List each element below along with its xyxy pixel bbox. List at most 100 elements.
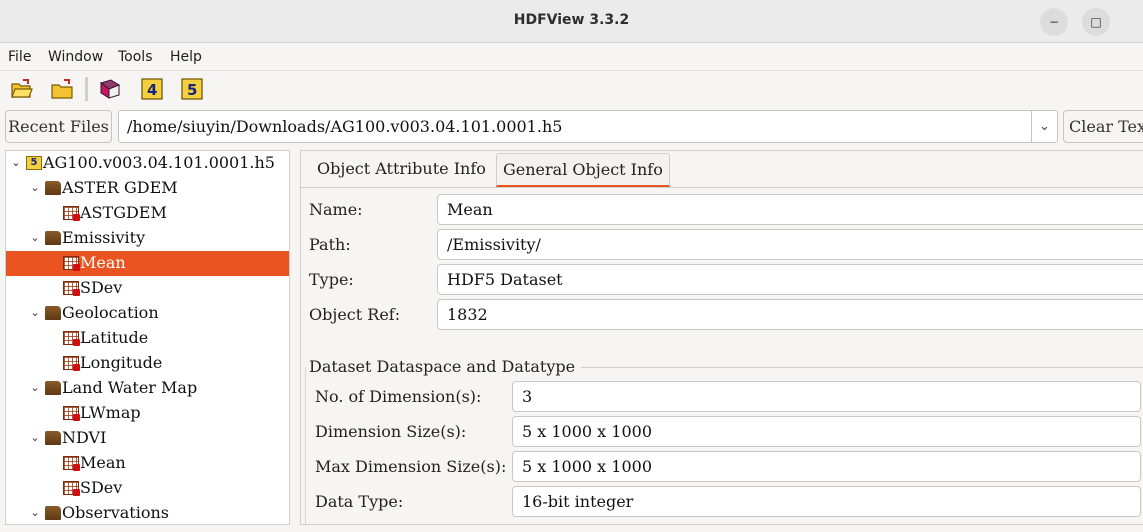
hdf5-library-icon: 5: [181, 78, 203, 100]
recent-files-button[interactable]: Recent Files: [5, 110, 112, 143]
data-type-field[interactable]: 16-bit integer: [512, 486, 1141, 517]
dataset-icon: [63, 481, 80, 496]
dataset-icon: [63, 206, 80, 221]
tree-node-label: Emissivity: [62, 228, 146, 247]
hdf5-glyph: 5: [187, 81, 197, 99]
tree-node[interactable]: Latitude: [6, 326, 289, 351]
chevron-down-icon[interactable]: ⌄: [28, 176, 42, 200]
chevron-down-icon[interactable]: ⌄: [28, 301, 42, 325]
object-ref-field[interactable]: 1832: [437, 299, 1143, 330]
open-file-icon: [11, 79, 33, 98]
minimize-button[interactable]: −: [1040, 8, 1068, 36]
num-dimensions-field[interactable]: 3: [512, 381, 1141, 412]
tree-root[interactable]: ⌄ 5 AG100.v003.04.101.0001.h5: [6, 151, 289, 176]
dataset-icon: [63, 406, 80, 421]
hdf4-library-button[interactable]: 4: [140, 77, 164, 101]
tree-node-label: Land Water Map: [62, 378, 198, 397]
dataset-icon: [63, 281, 80, 296]
data-type-label: Data Type:: [315, 492, 404, 511]
file-path-value: /home/siuyin/Downloads/AG100.v003.04.101…: [127, 117, 563, 136]
hdf5-library-button[interactable]: 5: [180, 77, 204, 101]
chevron-down-icon[interactable]: ⌄: [28, 426, 42, 450]
menu-bar: File Window Tools Help: [0, 44, 1143, 69]
maximize-button[interactable]: □: [1082, 8, 1110, 36]
tree-node[interactable]: SDev: [6, 276, 289, 301]
max-dimension-size-field[interactable]: 5 x 1000 x 1000: [512, 451, 1141, 482]
path-field[interactable]: /Emissivity/: [437, 229, 1143, 260]
tab-object-attribute-info[interactable]: Object Attribute Info: [311, 153, 492, 187]
chevron-down-icon[interactable]: ⌄: [28, 501, 42, 524]
group-divider: [581, 367, 1143, 368]
tree-node-label: LWmap: [80, 403, 141, 422]
max-dimension-size-label: Max Dimension Size(s):: [315, 457, 507, 476]
tree-node-label: Observations: [62, 503, 169, 522]
menu-file[interactable]: File: [8, 49, 31, 65]
object-ref-label: Object Ref:: [309, 305, 401, 324]
name-label: Name:: [309, 200, 363, 219]
open-file-button[interactable]: [10, 77, 34, 101]
num-dimensions-label: No. of Dimension(s):: [315, 387, 482, 406]
hdf5-file-icon: 5: [26, 156, 42, 170]
tree-node[interactable]: ⌄ Observations: [6, 501, 289, 524]
folder-icon: [45, 181, 61, 195]
window-title: HDFView 3.3.2: [513, 12, 630, 28]
folder-icon: [45, 381, 61, 395]
open-folder-button[interactable]: [50, 77, 74, 101]
folder-icon: [45, 506, 61, 520]
tree-root-label: AG100.v003.04.101.0001.h5: [43, 153, 275, 172]
tree-node[interactable]: ⌄ Emissivity: [6, 226, 289, 251]
chevron-down-icon[interactable]: ⌄: [28, 226, 42, 250]
tree-node-label: ASTER GDEM: [62, 178, 178, 197]
type-field[interactable]: HDF5 Dataset: [437, 264, 1143, 295]
tree-node-label: Mean: [80, 453, 126, 472]
tree-node-label: SDev: [80, 478, 123, 497]
dataspace-group-title: Dataset Dataspace and Datatype: [309, 357, 580, 376]
tree-node-selected[interactable]: Mean: [6, 251, 289, 276]
tab-general-object-info[interactable]: General Object Info: [496, 153, 670, 187]
menu-window[interactable]: Window: [48, 49, 103, 65]
dataset-icon: [63, 456, 80, 471]
tree-node[interactable]: Longitude: [6, 351, 289, 376]
hdf4-glyph: 4: [147, 81, 157, 99]
type-label: Type:: [309, 270, 354, 289]
toolbar-separator: [85, 77, 88, 101]
tree-node[interactable]: ⌄ ASTER GDEM: [6, 176, 289, 201]
minimize-icon: −: [1048, 15, 1060, 29]
file-tree[interactable]: ⌄ 5 AG100.v003.04.101.0001.h5 ⌄ ASTER GD…: [5, 150, 290, 525]
chevron-down-icon[interactable]: ⌄: [1031, 111, 1057, 142]
open-folder-icon: [51, 79, 73, 99]
object-info-panel: Object Attribute Info General Object Inf…: [300, 150, 1143, 525]
tree-node-label: ASTGDEM: [80, 203, 167, 222]
dimension-size-field[interactable]: 5 x 1000 x 1000: [512, 416, 1141, 447]
chevron-down-icon[interactable]: ⌄: [9, 151, 23, 175]
file-path-combobox[interactable]: /home/siuyin/Downloads/AG100.v003.04.101…: [118, 110, 1058, 143]
tree-node[interactable]: Mean: [6, 451, 289, 476]
tree-node[interactable]: ⌄ Geolocation: [6, 301, 289, 326]
toolbar: 4 5: [0, 70, 1143, 108]
dataset-icon: [63, 256, 80, 271]
tree-node-label: Latitude: [80, 328, 149, 347]
tree-node[interactable]: ⌄ Land Water Map: [6, 376, 289, 401]
tree-node[interactable]: ⌄ NDVI: [6, 426, 289, 451]
user-guide-button[interactable]: [98, 77, 122, 101]
tree-node-label: Longitude: [80, 353, 163, 372]
user-guide-icon: [99, 79, 121, 99]
tree-node-label: Mean: [80, 253, 126, 272]
tree-node-label: SDev: [80, 278, 123, 297]
title-bar: HDFView 3.3.2 − □: [0, 0, 1143, 43]
path-label: Path:: [309, 235, 351, 254]
tab-divider: [301, 187, 1143, 188]
tree-node[interactable]: LWmap: [6, 401, 289, 426]
menu-help[interactable]: Help: [170, 49, 202, 65]
folder-icon: [45, 306, 61, 320]
menu-tools[interactable]: Tools: [118, 49, 153, 65]
clear-text-button[interactable]: Clear Tex: [1063, 110, 1143, 143]
tree-node[interactable]: ASTGDEM: [6, 201, 289, 226]
tree-node[interactable]: SDev: [6, 476, 289, 501]
dataset-icon: [63, 356, 80, 371]
name-field[interactable]: Mean: [437, 194, 1143, 225]
tree-node-label: NDVI: [62, 428, 107, 447]
tree-node-label: Geolocation: [62, 303, 159, 322]
hdf4-library-icon: 4: [141, 78, 163, 100]
chevron-down-icon[interactable]: ⌄: [28, 376, 42, 400]
